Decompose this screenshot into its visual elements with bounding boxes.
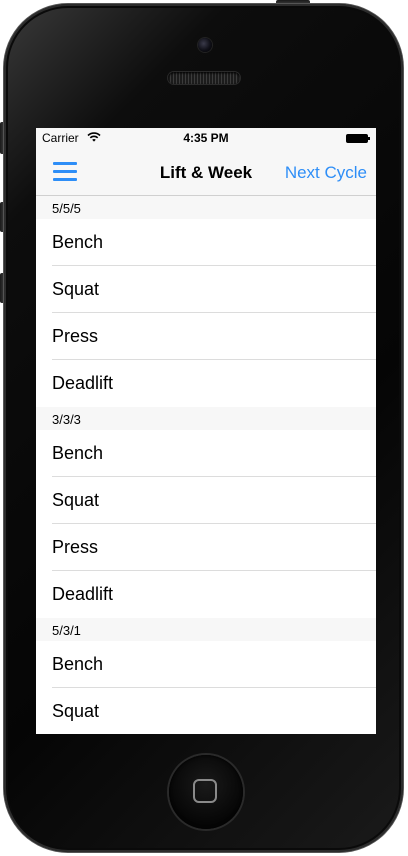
list-item-bench[interactable]: Bench [36,430,376,477]
section-header-5-5-5: 5/5/5 [36,196,376,219]
list-item-squat[interactable]: Squat [36,266,376,313]
list-item-press[interactable]: Press [36,313,376,360]
next-cycle-button[interactable]: Next Cycle [285,163,367,183]
section-header-3-3-3: 3/3/3 [36,407,376,430]
earpiece-speaker [168,72,240,84]
screen: Carrier 4:35 PM Lift & Week Next Cycle 5 [36,128,376,734]
page-title: Lift & Week [159,163,253,182]
list-item-squat[interactable]: Squat [36,477,376,524]
list-item-deadlift[interactable]: Deadlift [36,571,376,618]
hamburger-menu-icon[interactable] [53,162,77,182]
list-item-bench[interactable]: Bench [36,641,376,688]
section-header-5-3-1: 5/3/1 [36,618,376,641]
front-camera-icon [198,38,212,52]
list-item-press[interactable]: Press [36,524,376,571]
navigation-bar: Lift & Week Next Cycle [36,148,376,196]
lift-week-list: 5/5/5 Bench Squat Press Deadlift 3/3/3 B… [36,196,376,734]
iphone-device-frame: Carrier 4:35 PM Lift & Week Next Cycle 5 [0,0,408,856]
list-item-squat[interactable]: Squat [36,688,376,734]
battery-icon [346,134,370,143]
status-time: 4:35 PM [183,131,229,145]
status-bar: Carrier 4:35 PM [36,128,376,148]
list-item-bench[interactable]: Bench [36,219,376,266]
home-button[interactable] [169,755,243,829]
home-square-icon [193,779,217,803]
list-item-deadlift[interactable]: Deadlift [36,360,376,407]
